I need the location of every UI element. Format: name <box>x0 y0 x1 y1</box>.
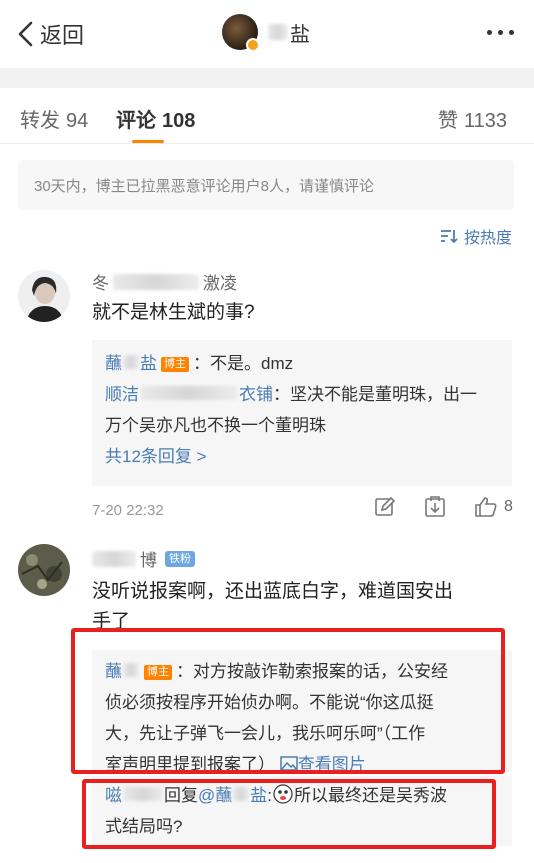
comment-username[interactable]: 博 铁粉 <box>92 546 195 571</box>
reply-button[interactable] <box>374 496 396 518</box>
redacted-text <box>141 386 237 400</box>
reply-text: ：不是。dmz <box>193 354 294 373</box>
redacted-text <box>113 273 199 290</box>
comment-username[interactable]: 冬 激凌 <box>92 269 237 294</box>
username-part: 博 <box>140 551 157 570</box>
redacted-text <box>123 355 139 369</box>
repost-icon <box>425 496 445 517</box>
reply-text: ：坚决不能是董明珠，出一 <box>273 385 477 404</box>
reply-text: 万个吴亦凡也不换一个董明珠 <box>105 416 326 435</box>
nav-username-suffix: 盐 <box>290 23 310 46</box>
more-menu-button[interactable] <box>487 30 514 35</box>
like-button[interactable]: 8 <box>474 496 513 518</box>
redacted-text <box>268 24 288 40</box>
avatar[interactable] <box>222 14 260 52</box>
comment-text-line: 没听说报案啊，还出蓝底白字，难道国安出 <box>92 581 454 602</box>
fan-badge: 铁粉 <box>165 550 195 567</box>
redacted-text <box>92 550 136 567</box>
more-dot-icon <box>487 30 492 35</box>
highlight-box <box>71 628 505 774</box>
reply-preview-box[interactable]: 蘸盐博主 ：不是。dmz 顺洁 衣铺：坚决不能是董明珠，出一 万个吴亦凡也不换一个董… <box>92 340 512 486</box>
reply-username[interactable]: 蘸盐 <box>105 354 157 373</box>
back-label: 返回 <box>40 23 85 48</box>
active-tab-indicator <box>132 140 164 143</box>
section-divider <box>0 68 534 88</box>
more-dot-icon <box>498 30 503 35</box>
tab-comments[interactable]: 评论 108 <box>116 104 195 133</box>
sort-by-hot-button[interactable]: 按热度 <box>440 224 512 248</box>
tab-label: 评论 <box>116 110 156 132</box>
tab-label: 赞 <box>438 110 458 132</box>
tab-count: 108 <box>162 110 196 132</box>
more-dot-icon <box>509 30 514 35</box>
avatar[interactable] <box>18 544 70 596</box>
forward-button[interactable] <box>424 496 446 518</box>
reply-item: 蘸盐博主 ：不是。dmz <box>105 348 499 379</box>
top-nav-bar: 返回 盐 <box>0 0 534 68</box>
sort-label: 按热度 <box>463 230 512 247</box>
nav-username: 盐 <box>268 18 310 47</box>
comment-timestamp: 7-20 22:32 <box>92 502 164 519</box>
verified-badge-icon <box>246 38 260 52</box>
edit-icon <box>375 496 396 516</box>
comment-text: 就不是林生斌的事? <box>92 302 255 323</box>
thumbs-up-icon <box>475 497 497 517</box>
reply-item: 顺洁 衣铺：坚决不能是董明珠，出一 <box>105 379 499 410</box>
avatar-image <box>18 270 70 322</box>
tab-count: 1133 <box>464 110 508 132</box>
tab-count: 94 <box>66 110 89 132</box>
tab-likes[interactable]: 赞 1133 <box>438 104 507 133</box>
like-count: 8 <box>504 498 513 515</box>
tab-label: 转发 <box>20 110 60 132</box>
back-button[interactable]: 返回 <box>14 18 84 50</box>
username-part: 冬 <box>92 274 109 293</box>
notice-banner: 30天内，博主已拉黑恶意评论用户8人，请谨慎评论 <box>18 160 514 210</box>
comment-actions: 8 <box>346 496 513 518</box>
more-replies-link[interactable]: 共12条回复 > <box>105 441 499 472</box>
tab-reposts[interactable]: 转发 94 <box>20 104 88 133</box>
reply-username[interactable]: 顺洁 衣铺 <box>105 385 273 404</box>
avatar-image <box>18 544 70 596</box>
highlight-box <box>82 779 496 849</box>
username-part: 激凌 <box>203 274 237 293</box>
host-badge: 博主 <box>161 357 189 372</box>
avatar[interactable] <box>18 270 70 322</box>
sort-icon <box>440 230 458 244</box>
chevron-left-icon <box>18 21 33 47</box>
tab-bar: 转发 94 评论 108 赞 1133 <box>0 88 534 144</box>
nav-user[interactable]: 盐 <box>222 14 310 52</box>
